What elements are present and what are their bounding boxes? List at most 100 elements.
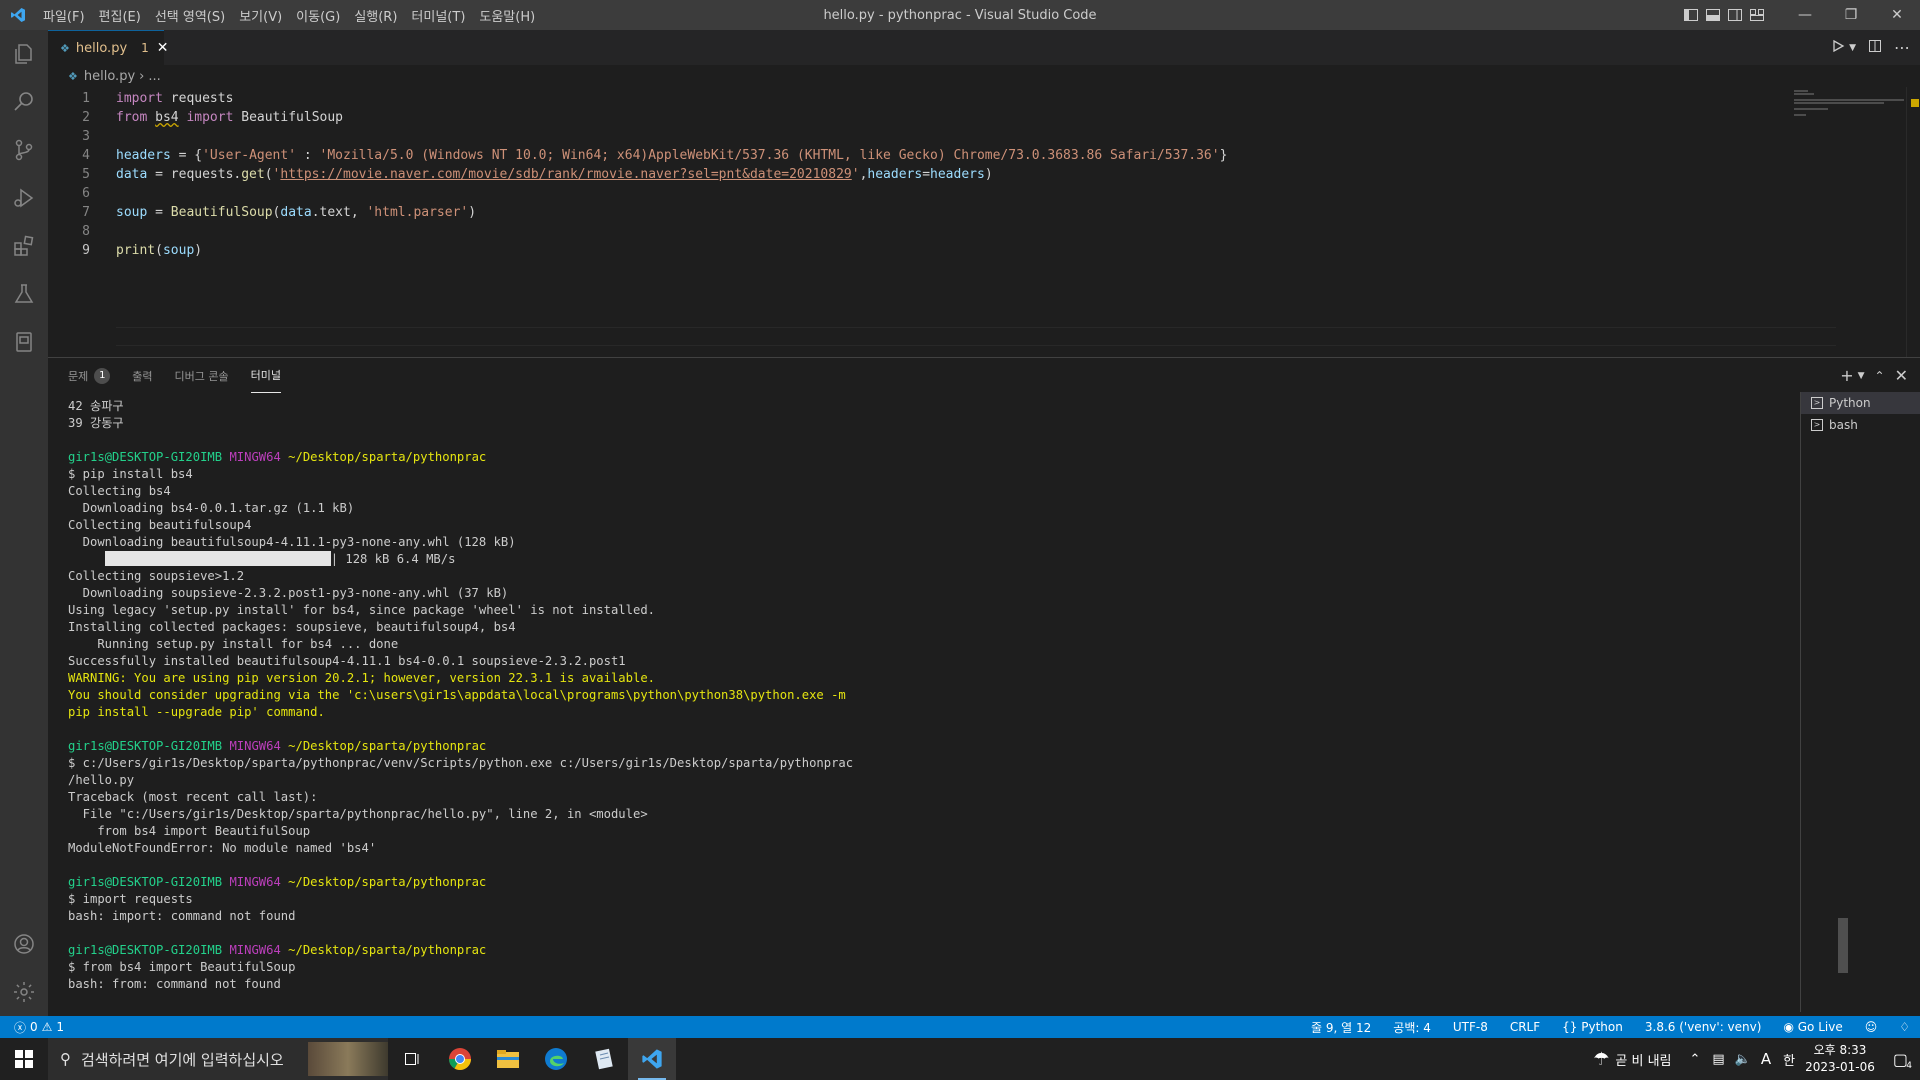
network-icon[interactable]: ▤ bbox=[1712, 1052, 1724, 1067]
status-bar: ⓧ 0 ⚠ 1 줄 9, 열 12 공백: 4 UTF-8 CRLF {} Py… bbox=[0, 1016, 1920, 1038]
minimap[interactable] bbox=[1792, 87, 1906, 357]
term-line: $ import requests bbox=[68, 892, 193, 906]
ime-mode[interactable]: A bbox=[1761, 1050, 1771, 1068]
term-line: $ c:/Users/gir1s/Desktop/sparta/pythonpr… bbox=[68, 756, 854, 770]
extensions-icon[interactable] bbox=[0, 222, 48, 270]
menu-terminal[interactable]: 터미널(T) bbox=[404, 6, 472, 25]
python-interpreter[interactable]: 3.8.6 ('venv': venv) bbox=[1645, 1020, 1762, 1034]
maximize-panel-icon[interactable]: ⌃ bbox=[1875, 369, 1885, 383]
testing-icon[interactable] bbox=[0, 270, 48, 318]
show-hidden-icons-chevron-icon[interactable]: ⌃ bbox=[1690, 1052, 1701, 1067]
go-live-button[interactable]: ◉ Go Live bbox=[1783, 1020, 1842, 1034]
tab-terminal[interactable]: 터미널 bbox=[250, 358, 281, 393]
source-control-icon[interactable] bbox=[0, 126, 48, 174]
search-icon[interactable] bbox=[0, 78, 48, 126]
breadcrumb: ❖ hello.py › ... bbox=[48, 65, 1920, 87]
toggle-sidebar-icon[interactable] bbox=[1680, 0, 1702, 30]
explorer-icon[interactable] bbox=[0, 30, 48, 78]
warning-count: 1 bbox=[56, 1020, 65, 1034]
term-line: from bs4 import BeautifulSoup bbox=[68, 824, 311, 838]
restore-button[interactable]: ❐ bbox=[1828, 0, 1874, 30]
problems-badge: 1 bbox=[94, 367, 111, 384]
editor-scrollbar[interactable] bbox=[1906, 87, 1920, 357]
term-line: Installing collected packages: soupsieve… bbox=[68, 620, 516, 634]
taskbar-search[interactable]: ⚲ 검색하려면 여기에 입력하십시오 bbox=[48, 1038, 388, 1080]
menu-run[interactable]: 실행(R) bbox=[347, 6, 404, 25]
file-encoding[interactable]: UTF-8 bbox=[1453, 1020, 1488, 1034]
customize-layout-icon[interactable] bbox=[1746, 0, 1768, 30]
breadcrumb-symbols[interactable]: ... bbox=[148, 69, 160, 84]
terminal-item-bash[interactable]: > bash bbox=[1801, 414, 1920, 436]
term-warning: WARNING: You are using pip version 20.2.… bbox=[68, 671, 655, 685]
term-warning: You should consider upgrading via the 'c… bbox=[68, 688, 846, 702]
accounts-icon[interactable] bbox=[0, 920, 48, 968]
menu-file[interactable]: 파일(F) bbox=[36, 6, 92, 25]
menu-edit[interactable]: 편집(E) bbox=[92, 6, 148, 25]
split-editor-icon[interactable] bbox=[1868, 38, 1882, 57]
term-line: Downloading bs4-0.0.1.tar.gz (1.1 kB) bbox=[68, 501, 355, 515]
windows-start-icon[interactable] bbox=[0, 1038, 48, 1080]
toggle-panel-icon[interactable] bbox=[1702, 0, 1724, 30]
close-panel-icon[interactable]: ✕ bbox=[1895, 366, 1908, 385]
breadcrumb-file[interactable]: hello.py bbox=[84, 69, 135, 84]
term-line: Downloading beautifulsoup4-4.11.1-py3-no… bbox=[68, 535, 516, 549]
feedback-icon[interactable]: ☺ bbox=[1865, 1020, 1878, 1034]
windows-taskbar: ⚲ 검색하려면 여기에 입력하십시오 ☂ 곧 비 내림 ⌃ ▤ 🔈 A 한 오후… bbox=[0, 1038, 1920, 1080]
toggle-secondary-sidebar-icon[interactable] bbox=[1724, 0, 1746, 30]
more-actions-icon[interactable]: ⋯ bbox=[1894, 38, 1910, 57]
notification-center-icon[interactable]: ▢ 4 bbox=[1893, 1050, 1912, 1071]
menu-view[interactable]: 보기(V) bbox=[232, 6, 289, 25]
terminal-icon: > bbox=[1811, 397, 1823, 409]
term-line: Downloading soupsieve-2.3.2.post1-py3-no… bbox=[68, 586, 509, 600]
breadcrumb-chevron-icon: › bbox=[139, 68, 145, 84]
editor-tab-bar: ❖ hello.py 1 ✕ ▼ ⋯ bbox=[48, 30, 1920, 65]
python-file-icon: ❖ bbox=[68, 69, 78, 83]
file-explorer-icon[interactable] bbox=[484, 1038, 532, 1080]
run-dropdown-chevron-icon[interactable]: ▼ bbox=[1849, 43, 1856, 53]
term-line: $ from bs4 import BeautifulSoup bbox=[68, 960, 296, 974]
term-line: File "c:/Users/gir1s/Desktop/sparta/pyth… bbox=[68, 807, 648, 821]
close-tab-icon[interactable]: ✕ bbox=[157, 40, 169, 56]
terminal-dropdown-chevron-icon[interactable]: ▼ bbox=[1858, 371, 1865, 381]
activity-bar bbox=[0, 30, 48, 1016]
tab-hello-py[interactable]: ❖ hello.py 1 ✕ bbox=[48, 30, 169, 65]
python-file-icon: ❖ bbox=[60, 41, 70, 55]
cursor-position[interactable]: 줄 9, 열 12 bbox=[1311, 1019, 1371, 1036]
remote-explorer-icon[interactable] bbox=[0, 318, 48, 366]
ime-language[interactable]: 한 bbox=[1783, 1050, 1795, 1069]
chrome-icon[interactable] bbox=[436, 1038, 484, 1080]
menu-go[interactable]: 이동(G) bbox=[289, 6, 347, 25]
term-line: Successfully installed beautifulsoup4-4.… bbox=[68, 654, 626, 668]
code-editor[interactable]: 1 import requests 2 from bs4 import Beauti… bbox=[48, 87, 1836, 357]
weather-text[interactable]: 곧 비 내림 bbox=[1615, 1050, 1671, 1069]
edge-icon[interactable] bbox=[532, 1038, 580, 1080]
tab-debug-console[interactable]: 디버그 콘솔 bbox=[175, 358, 229, 393]
manage-gear-icon[interactable] bbox=[0, 968, 48, 1016]
notepad-icon[interactable] bbox=[580, 1038, 628, 1080]
tab-output[interactable]: 출력 bbox=[132, 358, 152, 393]
broadcast-icon: ◉ bbox=[1783, 1020, 1794, 1034]
indentation[interactable]: 공백: 4 bbox=[1393, 1019, 1431, 1036]
run-python-file-icon[interactable] bbox=[1831, 38, 1845, 57]
terminal-item-python[interactable]: > Python bbox=[1801, 392, 1920, 414]
language-mode[interactable]: {} Python bbox=[1562, 1020, 1623, 1034]
run-debug-icon[interactable] bbox=[0, 174, 48, 222]
end-of-line[interactable]: CRLF bbox=[1510, 1020, 1540, 1034]
term-line: $ pip install bs4 bbox=[68, 467, 193, 481]
search-placeholder: 검색하려면 여기에 입력하십시오 bbox=[81, 1050, 284, 1069]
terminal-icon: > bbox=[1811, 419, 1823, 431]
clock[interactable]: 오후 8:33 2023-01-06 bbox=[1805, 1042, 1875, 1076]
notifications-bell-icon[interactable]: ♢ bbox=[1899, 1020, 1910, 1034]
minimize-button[interactable]: — bbox=[1782, 0, 1828, 30]
volume-icon[interactable]: 🔈 bbox=[1735, 1052, 1751, 1067]
problems-status[interactable]: ⓧ 0 ⚠ 1 bbox=[0, 1019, 64, 1036]
task-view-icon[interactable] bbox=[388, 1038, 436, 1080]
close-window-button[interactable]: ✕ bbox=[1874, 0, 1920, 30]
menu-selection[interactable]: 선택 영역(S) bbox=[148, 6, 232, 25]
search-icon: ⚲ bbox=[60, 1050, 71, 1068]
terminal-output[interactable]: 42 송파구 39 강동구 gir1s@DESKTOP-GI20IMB MING… bbox=[68, 398, 1828, 1018]
menu-help[interactable]: 도움말(H) bbox=[472, 6, 542, 25]
vscode-taskbar-icon[interactable] bbox=[628, 1038, 676, 1080]
tab-problems[interactable]: 문제 1 bbox=[68, 358, 111, 393]
new-terminal-plus-icon[interactable]: + bbox=[1840, 366, 1853, 385]
